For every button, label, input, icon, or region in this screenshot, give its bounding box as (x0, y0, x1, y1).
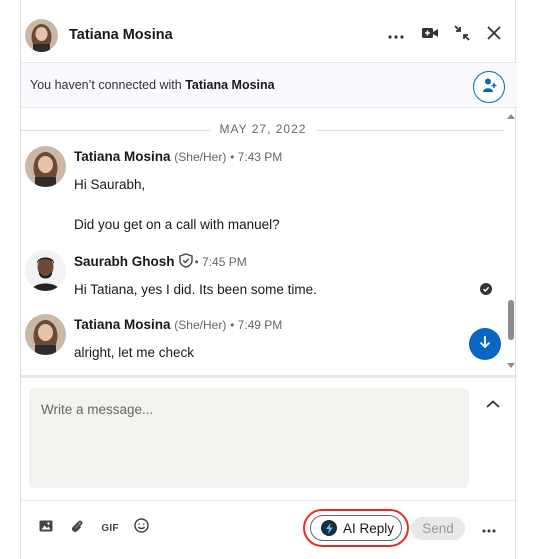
message-compose-box[interactable] (29, 388, 469, 488)
attach-image-button[interactable] (37, 518, 55, 538)
video-call-button[interactable] (419, 24, 441, 46)
emoji-icon (133, 518, 149, 538)
attachment-icon (70, 519, 84, 538)
message-sender[interactable]: Tatiana Mosina (She/Her) • 7:43 PM (74, 149, 282, 164)
verified-shield-icon (178, 253, 193, 271)
compose-more-button[interactable] (479, 519, 499, 539)
more-options-button[interactable] (385, 24, 407, 46)
more-icon (482, 520, 496, 538)
close-button[interactable] (483, 24, 505, 46)
more-icon (388, 26, 404, 44)
emoji-button[interactable] (132, 518, 150, 538)
connect-button[interactable] (473, 71, 505, 103)
read-receipt-icon (480, 283, 492, 295)
message-text: Did you get on a call with manuel? (74, 217, 280, 232)
message-time: • 7:45 PM (194, 255, 247, 269)
connection-notice: You haven’t connected with Tatiana Mosin… (30, 78, 275, 92)
minimize-icon (454, 24, 470, 46)
message-text: alright, let me check (74, 345, 195, 360)
avatar[interactable] (25, 19, 58, 52)
sender-pronouns: (She/Her) (174, 150, 227, 164)
message-input[interactable] (29, 388, 469, 488)
avatar[interactable] (25, 314, 66, 355)
scrollbar[interactable] (505, 110, 517, 376)
message-time: • 7:43 PM (230, 150, 283, 164)
message-text: Hi Saurabh, (74, 177, 146, 192)
banner-name: Tatiana Mosina (185, 78, 275, 92)
scroll-down-icon (479, 335, 491, 354)
image-icon (39, 519, 53, 537)
header-name[interactable]: Tatiana Mosina (69, 27, 173, 43)
message-time: • 7:49 PM (230, 318, 283, 332)
compose-divider (21, 375, 517, 378)
message-sender[interactable]: Saurabh Ghosh • 7:45 PM (74, 253, 247, 271)
compose-toolbar: GIF AI Reply Send (21, 500, 517, 559)
messaging-panel: Tatiana Mosina You haven’t connected wit… (20, 0, 517, 559)
ai-reply-button[interactable]: AI Reply (310, 515, 402, 541)
scroll-thumb[interactable] (508, 300, 514, 340)
date-divider: MAY 27, 2022 (21, 122, 505, 138)
scroll-down-button[interactable] (469, 328, 501, 360)
expand-compose-button[interactable] (483, 394, 503, 414)
ai-spark-icon (321, 520, 337, 536)
avatar[interactable] (25, 250, 66, 291)
close-icon (487, 25, 501, 45)
avatar[interactable] (25, 146, 66, 187)
gif-button[interactable]: GIF (99, 518, 121, 538)
message-list[interactable]: MAY 27, 2022 Tatiana Mosina (She/Her) • … (21, 108, 517, 376)
scroll-down-arrow[interactable] (507, 363, 515, 368)
attach-file-button[interactable] (68, 518, 86, 538)
add-connection-icon (481, 77, 497, 98)
gif-icon: GIF (101, 522, 119, 534)
sender-pronouns: (She/Her) (174, 318, 227, 332)
video-call-icon (422, 26, 438, 44)
scroll-up-arrow[interactable] (507, 114, 515, 119)
ai-reply-label: AI Reply (343, 520, 395, 536)
date-label: MAY 27, 2022 (209, 122, 317, 136)
minimize-button[interactable] (451, 24, 473, 46)
conversation-header: Tatiana Mosina (21, 0, 517, 62)
connection-banner: You haven’t connected with Tatiana Mosin… (21, 62, 517, 108)
message-sender[interactable]: Tatiana Mosina (She/Her) • 7:49 PM (74, 317, 282, 332)
send-button[interactable]: Send (411, 517, 465, 540)
expand-up-icon (486, 395, 500, 413)
message-text: Hi Tatiana, yes I did. Its been some tim… (74, 282, 317, 297)
